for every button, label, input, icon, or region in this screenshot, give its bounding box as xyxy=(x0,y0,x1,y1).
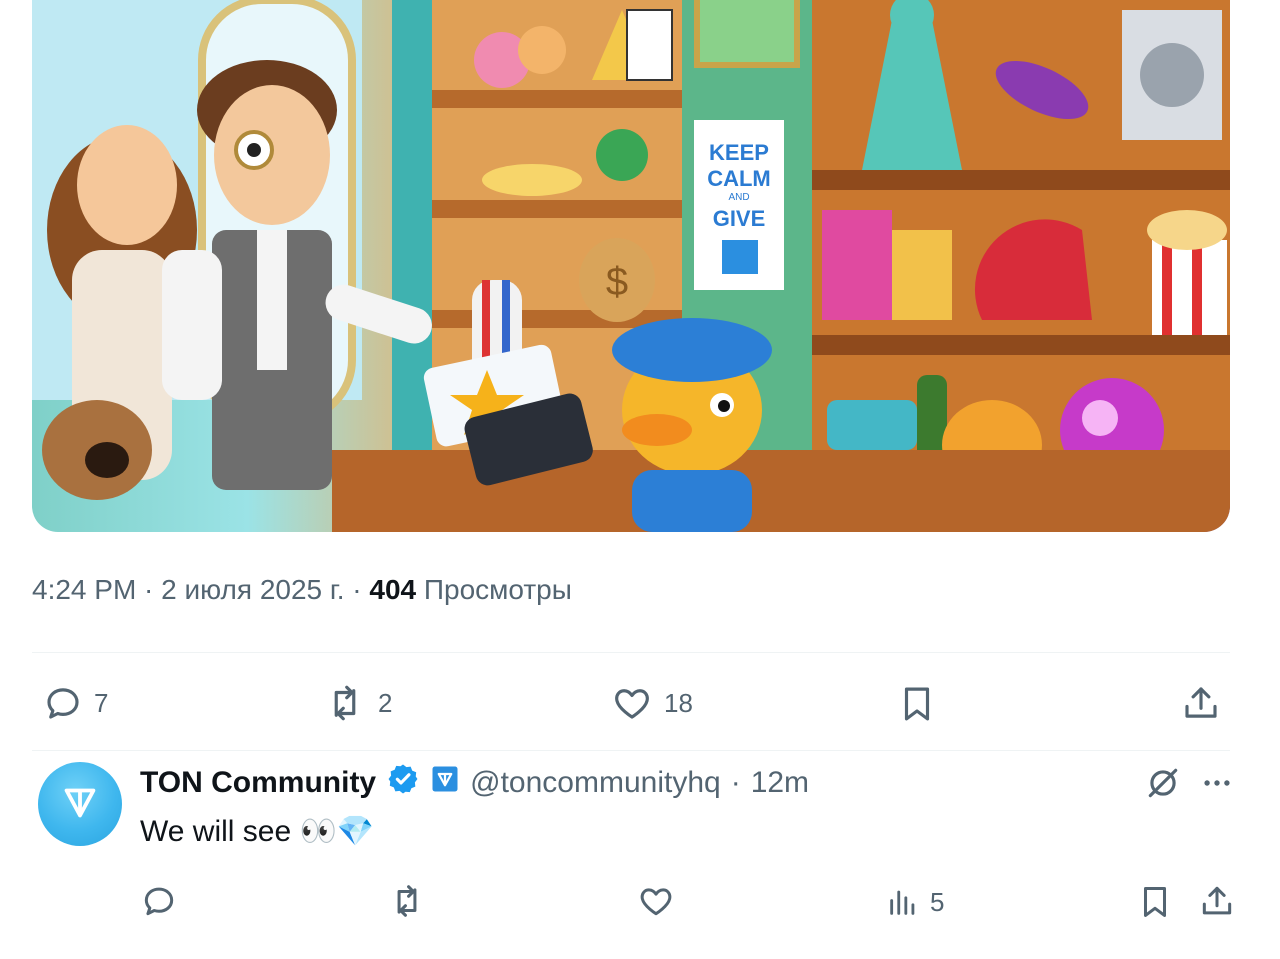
bookmark-button[interactable] xyxy=(896,682,938,731)
meta-separator: · xyxy=(136,574,162,605)
divider xyxy=(32,750,1230,751)
reply-author-name[interactable]: TON Community xyxy=(140,766,376,800)
repost-count: 2 xyxy=(378,687,393,718)
share-button[interactable] xyxy=(1180,682,1222,729)
reply-button[interactable]: 7 xyxy=(42,682,108,724)
reply-share-button[interactable] xyxy=(1198,882,1236,925)
divider xyxy=(32,652,1230,653)
poster-line3: AND xyxy=(728,192,749,203)
meta-separator: · xyxy=(344,574,370,605)
share-icon xyxy=(1198,886,1236,924)
heart-icon xyxy=(636,888,676,924)
affiliate-badge-icon[interactable] xyxy=(430,764,460,802)
views-count: 404 xyxy=(369,574,417,605)
verified-badge-icon xyxy=(386,762,420,804)
heart-icon xyxy=(610,682,654,724)
more-options-button[interactable] xyxy=(1200,766,1234,805)
poster-line2: CALM xyxy=(707,166,771,191)
reply-repost-button[interactable] xyxy=(386,882,428,925)
grok-button[interactable] xyxy=(1144,764,1182,807)
share-icon xyxy=(1180,687,1222,728)
reply-text: We will see 👀💎 xyxy=(140,815,375,848)
like-count: 18 xyxy=(664,687,693,718)
reply-reply-button[interactable] xyxy=(140,882,178,925)
reply-time[interactable]: 12m xyxy=(751,766,809,800)
poster-line4: GIVE xyxy=(713,206,766,231)
tweet-meta: 4:24 PM · 2 июля 2025 г. · 404 Просмотры xyxy=(32,574,572,606)
reply-views-button[interactable]: 5 xyxy=(886,884,944,920)
reply-like-button[interactable] xyxy=(636,882,676,925)
repost-icon xyxy=(386,885,428,924)
repost-button[interactable]: 2 xyxy=(322,682,392,724)
avatar[interactable] xyxy=(38,762,122,846)
illustration-svg: $ KEEP CALM AND GIVE xyxy=(32,0,1230,532)
ton-logo-icon xyxy=(57,779,103,830)
reply-bookmark-button[interactable] xyxy=(1136,882,1174,927)
repost-icon xyxy=(322,682,368,724)
bookmark-icon xyxy=(896,687,938,730)
reply-meta-separator: · xyxy=(730,766,741,799)
bookmark-icon xyxy=(1136,887,1174,926)
more-dots-icon xyxy=(1200,780,1234,804)
poster-line1: KEEP xyxy=(709,140,769,165)
tweet-date[interactable]: 2 июля 2025 г. xyxy=(161,574,344,605)
grok-icon xyxy=(1144,768,1182,806)
reply-icon xyxy=(42,682,84,724)
tweet-time[interactable]: 4:24 PM xyxy=(32,574,136,605)
reply-views-count: 5 xyxy=(930,886,945,917)
reply-header: TON Community @toncommunityhq · 12m xyxy=(140,762,809,804)
analytics-bars-icon xyxy=(886,884,920,920)
reply-icon xyxy=(140,887,178,924)
reply-author-handle[interactable]: @toncommunityhq xyxy=(470,766,721,800)
reply-count: 7 xyxy=(94,687,109,718)
svg-text:$: $ xyxy=(606,260,628,304)
like-button[interactable]: 18 xyxy=(610,682,693,724)
tweet-media-image[interactable]: $ KEEP CALM AND GIVE xyxy=(32,0,1230,532)
views-label: Просмотры xyxy=(423,574,572,605)
